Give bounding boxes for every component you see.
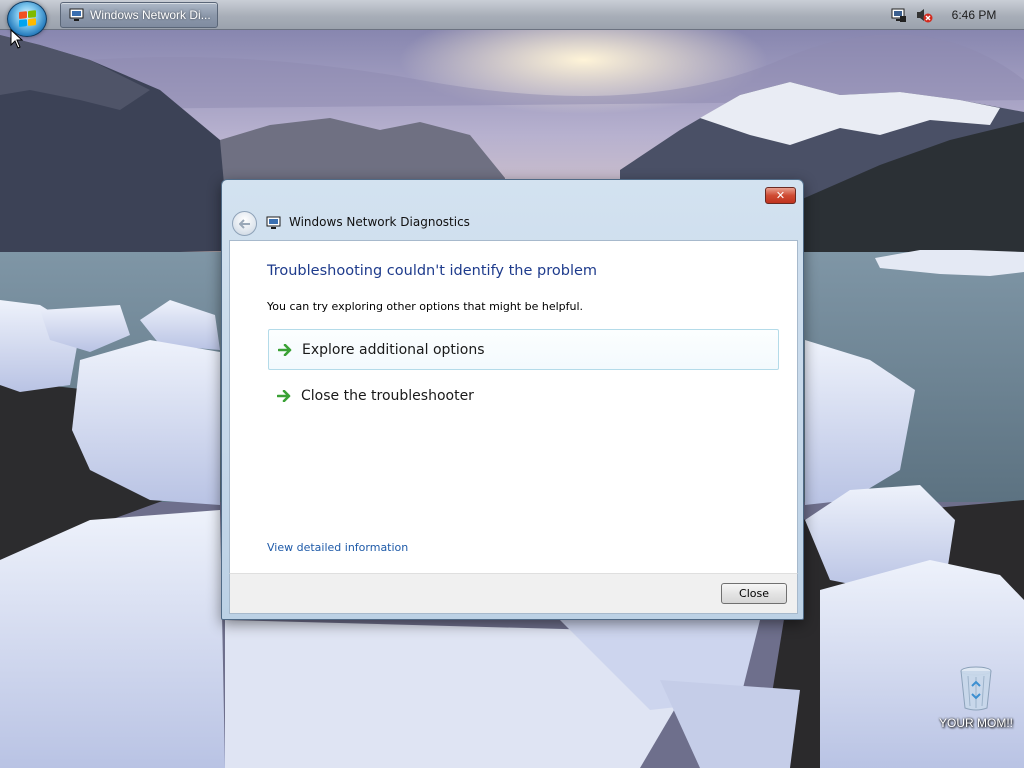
taskbar-item-label: Windows Network Di...	[90, 8, 211, 22]
result-subtext: You can try exploring other options that…	[267, 300, 584, 313]
explore-additional-options-link[interactable]: Explore additional options	[268, 329, 779, 370]
mouse-cursor-icon	[10, 29, 24, 49]
windows-logo-icon	[19, 10, 37, 29]
taskbar-item-network-diagnostics[interactable]: Windows Network Di...	[60, 2, 218, 28]
option-label: Explore additional options	[302, 341, 485, 358]
taskbar: Windows Network Di... 6:46 PM	[0, 0, 1024, 37]
dialog-content: Troubleshooting couldn't identify the pr…	[229, 240, 798, 573]
system-clock[interactable]: 6:46 PM	[946, 0, 1002, 30]
volume-muted-icon[interactable]	[915, 7, 933, 23]
window-close-button[interactable]: ✕	[765, 187, 796, 204]
recycle-bin-label: YOUR MOM!!	[939, 716, 1013, 730]
dialog-footer: Close	[229, 573, 798, 614]
back-arrow-icon	[238, 218, 250, 229]
close-troubleshooter-link[interactable]: Close the troubleshooter	[268, 375, 779, 416]
green-arrow-icon	[277, 389, 291, 402]
network-diagnostics-dialog: ✕ Windows Network Diagnostics Troublesho…	[221, 179, 804, 620]
option-label: Close the troubleshooter	[301, 387, 474, 404]
green-arrow-icon	[278, 343, 292, 356]
recycle-bin-shortcut[interactable]: YOUR MOM!!	[934, 664, 1018, 736]
network-diagnostics-icon	[266, 216, 281, 229]
network-tray-icon[interactable]	[891, 7, 907, 23]
dialog-title: Windows Network Diagnostics	[289, 215, 470, 229]
network-diagnostics-icon	[69, 8, 84, 21]
close-button[interactable]: Close	[721, 583, 787, 604]
view-detailed-information-link[interactable]: View detailed information	[267, 541, 408, 554]
back-button[interactable]	[232, 211, 257, 236]
result-heading: Troubleshooting couldn't identify the pr…	[267, 263, 598, 279]
recycle-bin-icon	[960, 666, 992, 711]
